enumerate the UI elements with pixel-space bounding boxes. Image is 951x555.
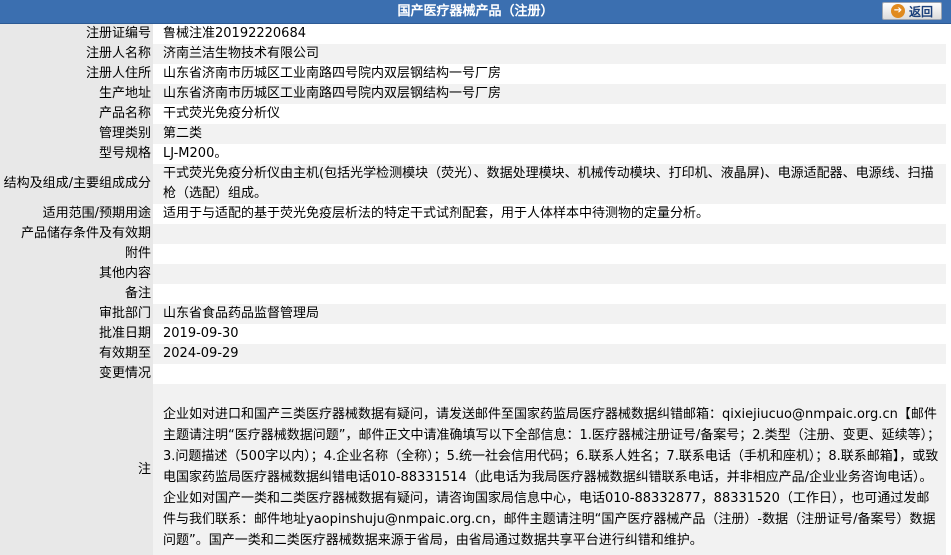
table-row: 结构及组成/主要组成成分 干式荧光免疫分析仪由主机(包括光学检测模块（荧光）、数…	[0, 164, 946, 204]
table-row: 注册人名称 济南兰洁生物技术有限公司	[0, 44, 946, 64]
field-value: 山东省济南市历城区工业南路四号院内双层钢结构一号厂房	[153, 84, 946, 104]
table-row: 审批部门 山东省食品药品监督管理局	[0, 304, 946, 324]
table-row: 注册证编号 鲁械注准20192220684	[0, 24, 946, 44]
field-label: 注册证编号	[0, 24, 153, 44]
field-label: 适用范围/预期用途	[0, 204, 153, 224]
field-label: 备注	[0, 284, 153, 304]
back-button-label: 返回	[908, 4, 933, 19]
field-value: 2019-09-30	[153, 324, 946, 344]
table-row: 备注	[0, 284, 946, 304]
table-row: 适用范围/预期用途 适用于与适配的基于荧光免疫层析法的特定干式试剂配套，用于人体…	[0, 204, 946, 224]
field-label: 有效期至	[0, 344, 153, 364]
field-label: 附件	[0, 244, 153, 264]
field-label: 管理类别	[0, 124, 153, 144]
table-row: 有效期至 2024-09-29	[0, 344, 946, 364]
field-value: 山东省济南市历城区工业南路四号院内双层钢结构一号厂房	[153, 64, 946, 84]
table-row-note: 注 企业如对进口和国产三类医疗器械数据有疑问，请发送邮件至国家药监局医疗器械数据…	[0, 384, 946, 555]
table-row: 变更情况	[0, 364, 946, 384]
note-body: 企业如对进口和国产三类医疗器械数据有疑问，请发送邮件至国家药监局医疗器械数据纠错…	[163, 407, 941, 548]
detail-table: 注册证编号 鲁械注准20192220684 注册人名称 济南兰洁生物技术有限公司…	[0, 24, 946, 555]
field-label: 生产地址	[0, 84, 153, 104]
field-label: 注册人名称	[0, 44, 153, 64]
table-row: 产品储存条件及有效期	[0, 224, 946, 244]
field-label: 批准日期	[0, 324, 153, 344]
page-title: 国产医疗器械产品（注册）	[397, 4, 554, 19]
field-label: 结构及组成/主要组成成分	[0, 164, 153, 204]
field-value: LJ-M200。	[153, 144, 946, 164]
field-label: 变更情况	[0, 364, 153, 384]
field-value	[153, 284, 946, 304]
field-value: 第二类	[153, 124, 946, 144]
field-value: 济南兰洁生物技术有限公司	[153, 44, 946, 64]
field-value: 2024-09-29	[153, 344, 946, 364]
table-row: 产品名称 干式荧光免疫分析仪	[0, 104, 946, 124]
field-value: 山东省食品药品监督管理局	[153, 304, 946, 324]
field-label: 审批部门	[0, 304, 153, 324]
table-row: 型号规格 LJ-M200。	[0, 144, 946, 164]
table-row: 注册人住所 山东省济南市历城区工业南路四号院内双层钢结构一号厂房	[0, 64, 946, 84]
field-label: 其他内容	[0, 264, 153, 284]
field-value: 鲁械注准20192220684	[153, 24, 946, 44]
field-value	[153, 264, 946, 284]
table-row: 管理类别 第二类	[0, 124, 946, 144]
field-value	[153, 224, 946, 244]
field-label: 型号规格	[0, 144, 153, 164]
field-value	[153, 244, 946, 264]
note-text: 企业如对进口和国产三类医疗器械数据有疑问，请发送邮件至国家药监局医疗器械数据纠错…	[153, 384, 946, 555]
title-bar: 国产医疗器械产品（注册） ➔ 返回	[0, 0, 951, 24]
field-value: 适用于与适配的基于荧光免疫层析法的特定干式试剂配套，用于人体样本中待测物的定量分…	[153, 204, 946, 224]
table-row: 其他内容	[0, 264, 946, 284]
table-row: 批准日期 2019-09-30	[0, 324, 946, 344]
field-label: 产品名称	[0, 104, 153, 124]
field-value: 干式荧光免疫分析仪	[153, 104, 946, 124]
note-label: 注	[0, 384, 153, 555]
table-row: 附件	[0, 244, 946, 264]
field-label: 注册人住所	[0, 64, 153, 84]
arrow-right-icon: ➔	[890, 4, 905, 18]
table-row: 生产地址 山东省济南市历城区工业南路四号院内双层钢结构一号厂房	[0, 84, 946, 104]
field-value	[153, 364, 946, 384]
field-label: 产品储存条件及有效期	[0, 224, 153, 244]
field-value: 干式荧光免疫分析仪由主机(包括光学检测模块（荧光）、数据处理模块、机械传动模块、…	[153, 164, 946, 204]
back-button[interactable]: ➔ 返回	[882, 2, 942, 20]
